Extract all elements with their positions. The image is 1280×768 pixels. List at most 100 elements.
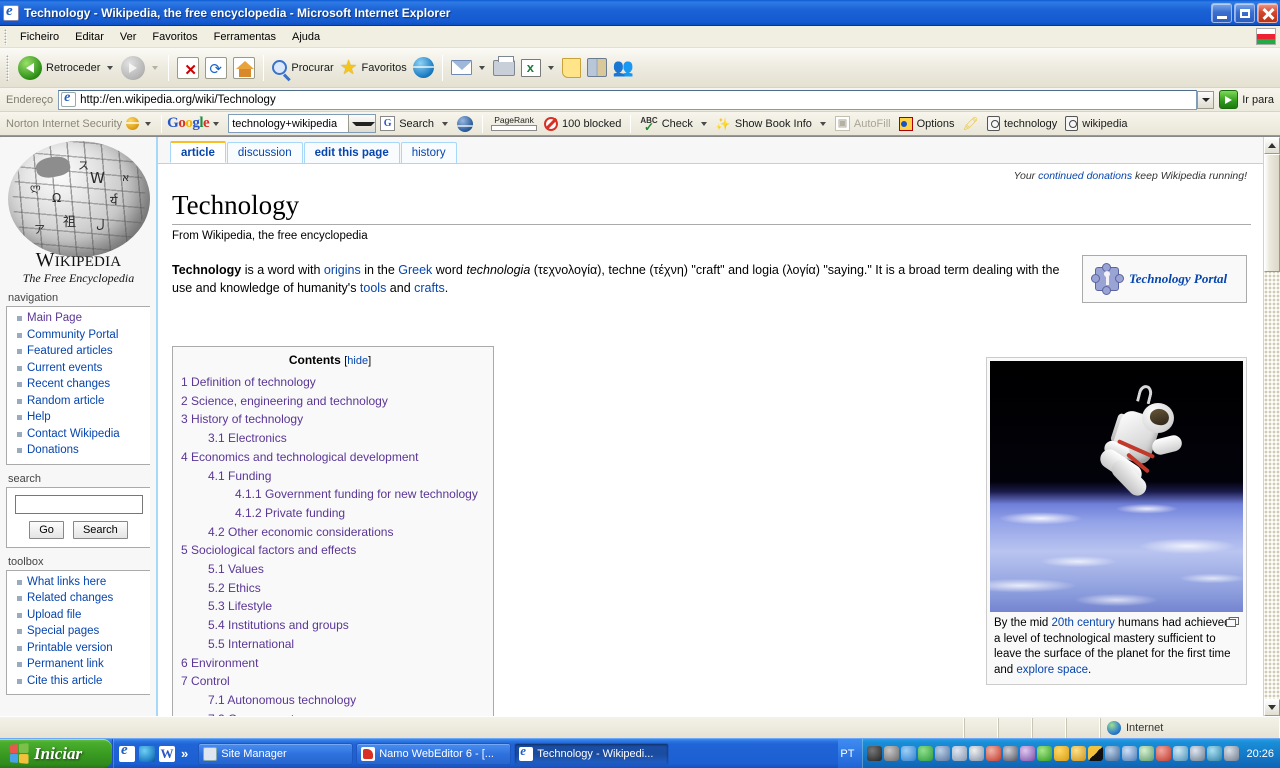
tray-icon-11[interactable] [1037, 746, 1053, 761]
toolbox-link-permanent-link[interactable]: Permanent link [27, 658, 104, 670]
options-button[interactable]: Options [895, 116, 959, 131]
list-item[interactable]: 5.3 Lifestyle [181, 597, 479, 616]
list-item[interactable]: Special pages [17, 624, 150, 639]
tray-icon-21[interactable] [1207, 746, 1223, 761]
list-item[interactable]: 4.1.2 Private funding [181, 504, 479, 523]
toc-item-5-4[interactable]: 5.4 Institutions and groups [208, 618, 349, 632]
list-item[interactable]: 4.1.1 Government funding for new technol… [181, 485, 479, 504]
list-item[interactable]: 5.5 International [181, 635, 479, 654]
portal-box[interactable]: Technology Portal [1082, 255, 1247, 303]
list-item[interactable]: 6 Environment [181, 654, 479, 673]
address-input[interactable]: http://en.wikipedia.org/wiki/Technology [58, 89, 1198, 110]
tray-icon-20[interactable] [1190, 746, 1206, 761]
list-item[interactable]: 3.1 Electronics [181, 429, 479, 448]
list-item[interactable]: Help [17, 410, 150, 425]
taskbar-item-technology-wikipedia[interactable]: Technology - Wikipedi... [514, 742, 670, 765]
list-item[interactable]: Cite this article [17, 674, 150, 689]
search-button[interactable]: Procurar [269, 51, 336, 85]
list-item[interactable]: What links here [17, 575, 150, 590]
scroll-up-button[interactable] [1264, 137, 1280, 154]
search-submit-button[interactable]: Search [72, 520, 128, 539]
list-item[interactable]: Current events [17, 361, 150, 376]
toc-item-5-2[interactable]: 5.2 Ethics [208, 581, 261, 595]
tray-icon-12[interactable] [1054, 746, 1070, 761]
list-item[interactable]: 5.2 Ethics [181, 579, 479, 598]
toc-item-6[interactable]: 6 Environment [181, 656, 258, 670]
toc-item-7-2[interactable]: 7.2 Government [208, 712, 294, 716]
nav-link-donations[interactable]: Donations [27, 444, 79, 456]
toc-item-4-2[interactable]: 4.2 Other economic considerations [208, 525, 393, 539]
stop-button[interactable]: ✕ [174, 51, 202, 85]
tray-icon-3[interactable] [901, 746, 917, 761]
messenger-button[interactable]: 👥 [610, 51, 637, 85]
search-input[interactable] [14, 494, 143, 514]
google-grip[interactable] [161, 114, 163, 133]
list-item[interactable]: 5.1 Values [181, 560, 479, 579]
start-button[interactable]: Iniciar [0, 739, 112, 768]
toc-item-4-1-1[interactable]: 4.1.1 Government funding for new technol… [235, 487, 478, 501]
toolbox-link-printable-version[interactable]: Printable version [27, 642, 113, 654]
quicklaunch-overflow-icon[interactable]: » [179, 746, 190, 761]
toc-item-3[interactable]: 3 History of technology [181, 412, 303, 426]
list-item[interactable]: Contact Wikipedia [17, 427, 150, 442]
list-item[interactable]: Main Page [17, 311, 150, 326]
nav-link-community-portal[interactable]: Community Portal [27, 329, 118, 341]
tray-icon-4[interactable] [918, 746, 934, 761]
toolbox-link-cite-this-article[interactable]: Cite this article [27, 675, 102, 687]
book-info-button[interactable]: ✨ Show Book Info [712, 117, 816, 131]
tray-icon-2[interactable] [884, 746, 900, 761]
close-button[interactable] [1257, 2, 1278, 23]
tray-icon-10[interactable] [1020, 746, 1036, 761]
nav-link-contact-wikipedia[interactable]: Contact Wikipedia [27, 428, 120, 440]
link-greek[interactable]: Greek [398, 263, 432, 277]
google-search-dropdown-icon[interactable] [348, 115, 376, 132]
tray-icon-1[interactable] [867, 746, 883, 761]
scrollbar-thumb[interactable] [1264, 154, 1280, 272]
favorites-button[interactable]: ★ Favoritos [337, 51, 410, 85]
list-item[interactable]: Related changes [17, 591, 150, 606]
toc-item-5[interactable]: 5 Sociological factors and effects [181, 543, 356, 557]
toc-item-7-1[interactable]: 7.1 Autonomous technology [208, 693, 356, 707]
google-logo-dropdown-icon[interactable] [213, 121, 220, 126]
nav-link-main-page[interactable]: Main Page [27, 312, 82, 324]
tray-icon-6[interactable] [952, 746, 968, 761]
list-item[interactable]: 5.4 Institutions and groups [181, 616, 479, 635]
toc-item-1[interactable]: 1 Definition of technology [181, 375, 316, 389]
quicklaunch-browser-icon[interactable] [139, 745, 155, 762]
menu-favoritos[interactable]: Favoritos [144, 29, 205, 45]
link-20th-century[interactable]: 20th century [1052, 617, 1115, 629]
list-item[interactable]: 4.1 Funding [181, 467, 479, 486]
tray-icon-22[interactable] [1224, 746, 1240, 761]
mail-button[interactable] [448, 51, 475, 85]
list-item[interactable]: 1 Definition of technology [181, 373, 479, 392]
back-button[interactable]: Retroceder [15, 51, 103, 85]
quicklaunch-word-icon[interactable]: W [159, 745, 175, 762]
astronaut-eva-image[interactable] [990, 361, 1243, 612]
norton-globe-icon[interactable] [126, 117, 140, 130]
list-item[interactable]: 5 Sociological factors and effects [181, 541, 479, 560]
tray-icon-13[interactable] [1071, 746, 1087, 761]
sitenotice-link[interactable]: continued donations [1038, 170, 1132, 182]
list-item[interactable]: 3 History of technology [181, 410, 479, 429]
list-item[interactable]: Permanent link [17, 657, 150, 672]
list-item[interactable]: Printable version [17, 641, 150, 656]
toc-item-5-1[interactable]: 5.1 Values [208, 562, 264, 576]
book-info-dropdown-icon[interactable] [819, 121, 826, 126]
menu-ficheiro[interactable]: Ficheiro [12, 29, 67, 45]
norton-dropdown-icon[interactable] [145, 121, 152, 126]
list-item[interactable]: Community Portal [17, 328, 150, 343]
menu-editar[interactable]: Editar [67, 29, 112, 45]
edit-dropdown-icon[interactable] [547, 65, 554, 70]
pagerank-meter[interactable]: PageRank [488, 116, 540, 131]
tray-icon-14[interactable] [1088, 746, 1104, 761]
nav-link-random-article[interactable]: Random article [27, 395, 104, 407]
tray-icon-17[interactable] [1139, 746, 1155, 761]
mail-dropdown-icon[interactable] [478, 65, 485, 70]
list-item[interactable]: Random article [17, 394, 150, 409]
menu-ver[interactable]: Ver [112, 29, 145, 45]
research-button[interactable] [584, 51, 610, 85]
toc-hide-link[interactable]: hide [347, 355, 368, 367]
tray-icon-9[interactable] [1003, 746, 1019, 761]
nav-link-featured-articles[interactable]: Featured articles [27, 345, 113, 357]
list-item[interactable]: 7.1 Autonomous technology [181, 691, 479, 710]
